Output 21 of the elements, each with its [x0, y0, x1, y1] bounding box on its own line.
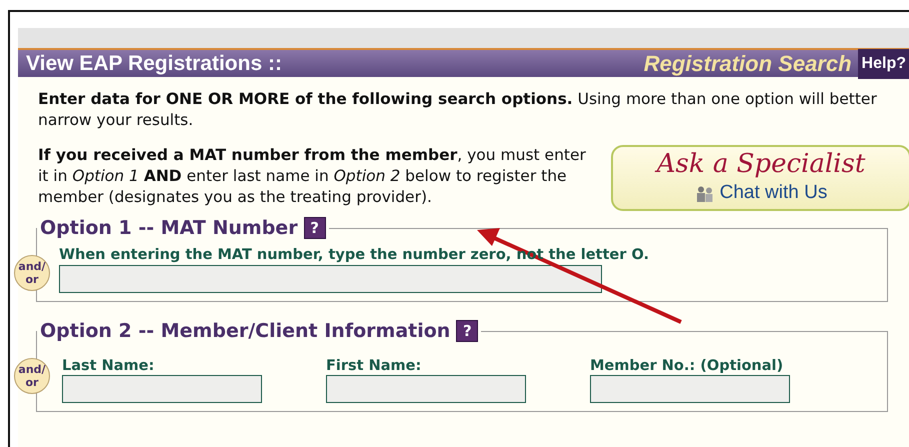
field-label: First Name: [326, 358, 422, 375]
help-button[interactable]: Help? [858, 48, 909, 78]
specialist-title: Ask a Specialist [656, 149, 866, 179]
input-field[interactable] [326, 375, 526, 403]
instruction-text: If you received a MAT number from the member, you must enter it in Option 1 AND enter last name in Option 2 below to register the member (designates you as the treating provider). [38, 145, 587, 208]
option-title: Option 1 -- MAT Number [40, 217, 298, 239]
intro-text: Enter data for ONE OR MORE of the following search options. Using more than one option will better narrow your results. [37, 89, 878, 131]
section-title: Registration Search [644, 50, 852, 78]
chat-link[interactable]: Chat with Us [694, 179, 828, 208]
field-label: Last Name: [62, 358, 156, 375]
and-or-badge: and/ or [14, 358, 50, 394]
input-field[interactable] [59, 265, 602, 293]
help-button[interactable]: ? [304, 217, 326, 239]
input-field[interactable] [590, 375, 790, 403]
page-title: View EAP Registrations :: [25, 50, 282, 77]
people-icon [694, 186, 715, 202]
and-or-badge: and/ or [14, 255, 50, 291]
field-label: Member No.: (Optional) [590, 358, 784, 375]
help-button[interactable]: ? [456, 320, 478, 342]
option-title: Option 2 -- Member/Client Information [40, 320, 450, 342]
input-field[interactable] [62, 375, 262, 403]
